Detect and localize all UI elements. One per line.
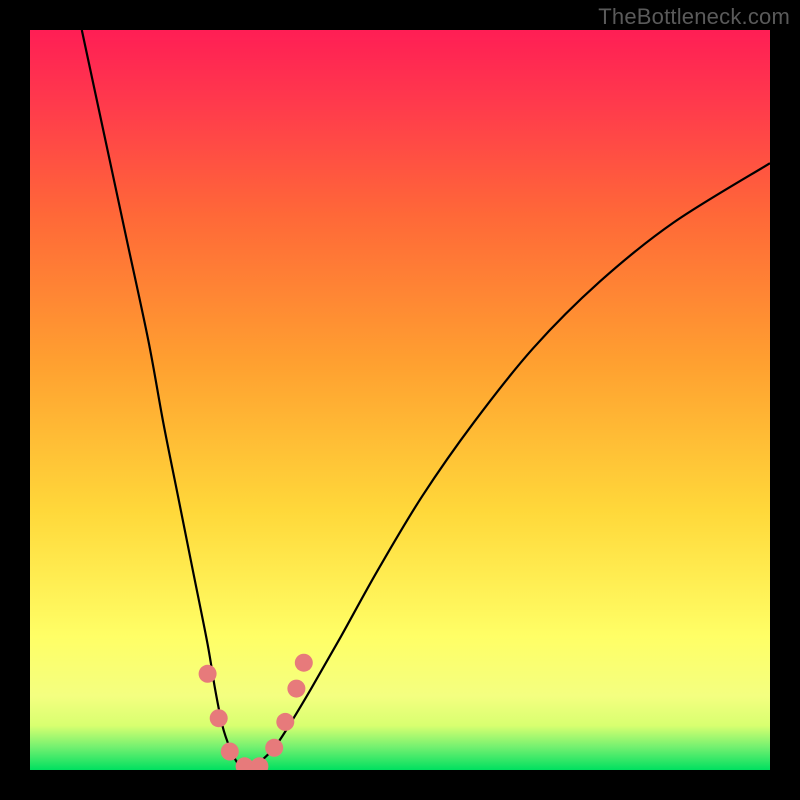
watermark-text: TheBottleneck.com — [598, 4, 790, 30]
highlight-dot — [221, 743, 239, 761]
highlight-dot — [210, 709, 228, 727]
highlight-dot — [199, 665, 217, 683]
highlight-dot — [287, 680, 305, 698]
highlight-dot — [295, 654, 313, 672]
highlight-dot — [276, 713, 294, 731]
chart-svg — [30, 30, 770, 770]
plot-area — [30, 30, 770, 770]
chart-background — [30, 30, 770, 770]
chart-frame: TheBottleneck.com — [0, 0, 800, 800]
highlight-dot — [265, 739, 283, 757]
